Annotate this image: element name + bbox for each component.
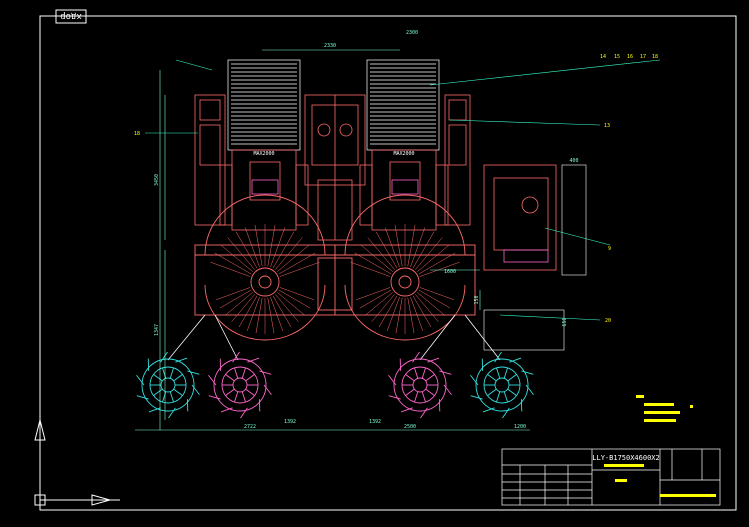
motor-left: [219, 149, 309, 231]
spoke: [407, 297, 415, 334]
spoke: [395, 297, 403, 334]
side-frame-left: [194, 94, 226, 226]
dim-650: 650: [562, 317, 568, 326]
spoke: [275, 294, 299, 322]
dim-2300: 2300: [406, 30, 418, 36]
technical-notes: [636, 395, 693, 422]
spoke: [394, 224, 403, 267]
spoke: [235, 231, 258, 269]
dim-1392-left: 1392: [284, 419, 296, 425]
dim-2330: 2330: [324, 43, 336, 49]
dim-2722: 2722: [244, 424, 256, 430]
spoke: [214, 252, 252, 275]
drawing-frame: [39, 15, 737, 511]
spoke: [231, 294, 255, 322]
balloon-14: 14: [600, 54, 606, 60]
dim-150: 150: [474, 295, 480, 304]
radiator-right: [366, 59, 440, 151]
dim-3450: 3450: [154, 174, 160, 186]
dim-2500: 2500: [404, 424, 416, 430]
title-company-mark: [660, 494, 716, 497]
wheel: [208, 351, 272, 419]
balloon-15: 15: [614, 54, 620, 60]
spoke: [267, 224, 276, 267]
spoke: [371, 294, 395, 322]
dim-400: 400: [569, 158, 578, 164]
dim-1600: 1600: [444, 269, 456, 275]
spoke: [365, 292, 393, 316]
spoke: [277, 292, 305, 316]
motor-label-left: MAX2000: [253, 151, 274, 157]
spoke: [354, 252, 392, 275]
spoke: [407, 224, 416, 267]
dim-1347: 1347: [154, 324, 160, 336]
balloon-20: 20: [605, 318, 611, 324]
motor-right: [359, 149, 449, 231]
title-name-mark: [604, 464, 644, 467]
ucs-icon: [34, 419, 120, 506]
wheel: [470, 351, 534, 419]
motor-label-right: MAX2000: [393, 151, 414, 157]
leader-lines: [145, 59, 661, 321]
central-tower: [304, 94, 366, 241]
balloon-17: 17: [640, 54, 646, 60]
side-panel-outline: [483, 164, 587, 351]
spoke: [255, 297, 263, 334]
dim-1200: 1200: [514, 424, 526, 430]
spoke: [272, 231, 295, 269]
side-frame-right: [444, 94, 471, 226]
balloon-16: 16: [627, 54, 633, 60]
drawing-number: LLY-B1750X4600X2: [592, 454, 659, 462]
legs: [167, 314, 501, 361]
wheel: [388, 351, 452, 419]
balloon-18: 18: [652, 54, 658, 60]
spoke: [412, 231, 435, 269]
sheet-label: xдоp: [60, 11, 82, 21]
spoke: [278, 252, 316, 275]
spoke: [417, 292, 445, 316]
balloon-9: 9: [608, 246, 611, 252]
dim-1392-right: 1392: [369, 419, 381, 425]
balloon-13: 13: [604, 123, 610, 129]
side-panel: [483, 164, 557, 271]
radiator-left: [227, 59, 301, 151]
spoke: [254, 224, 263, 267]
spoke: [225, 292, 253, 316]
cad-drawing: xдоp MAX2000 MAX2000 2330 2300 3450 1600…: [34, 9, 737, 511]
spoke: [415, 294, 439, 322]
wheels: [136, 351, 534, 419]
spoke: [267, 297, 275, 334]
spoke: [375, 231, 398, 269]
title-sheet-mark: [615, 479, 627, 482]
wheel: [136, 351, 200, 419]
balloon-18-left: 18: [134, 131, 140, 137]
